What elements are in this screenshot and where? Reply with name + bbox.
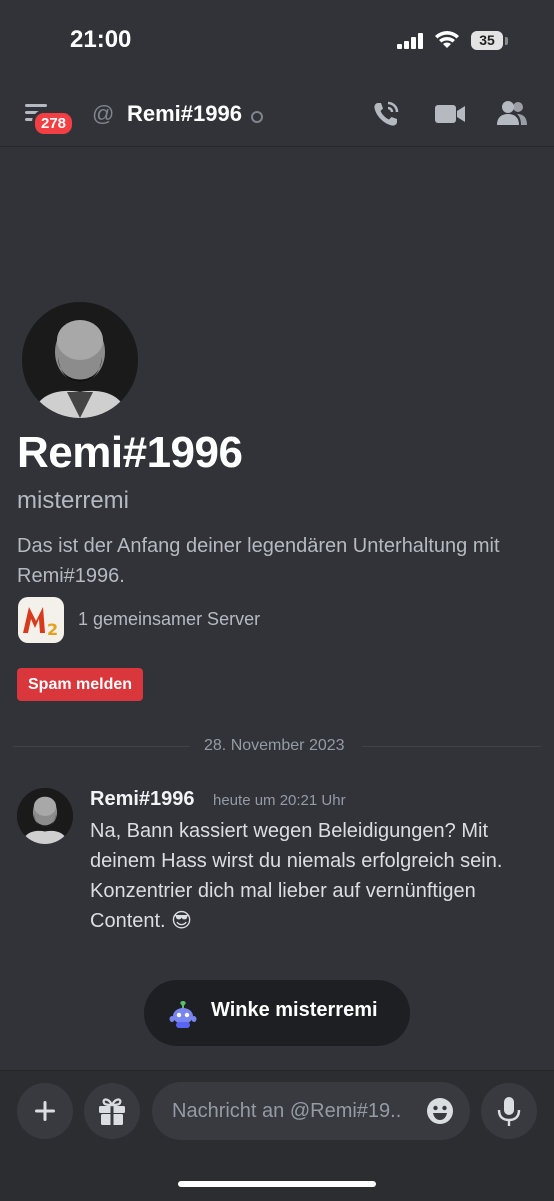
- message-input-placeholder: Nachricht an @Remi#19..: [172, 1100, 402, 1122]
- signal-icon: [397, 33, 423, 49]
- wave-sticker-icon: [169, 1001, 197, 1028]
- battery-icon: 35: [471, 31, 503, 50]
- notification-badge: 278: [32, 110, 76, 137]
- wave-button-label: Winke misterremi: [211, 999, 378, 1021]
- wifi-icon: [435, 31, 459, 48]
- gift-icon: [99, 1098, 125, 1125]
- gift-button[interactable]: [84, 1083, 140, 1139]
- profile-avatar[interactable]: [22, 302, 138, 418]
- profile-display-name: Remi#1996: [17, 428, 243, 477]
- profile-username: misterremi: [17, 487, 129, 514]
- video-call-icon[interactable]: [435, 103, 465, 125]
- emoji-icon[interactable]: [426, 1097, 454, 1125]
- date-divider-label: 28. November 2023: [204, 737, 345, 754]
- at-icon: @: [92, 101, 115, 126]
- m2-server-logo-icon: 2: [18, 597, 64, 643]
- server-icon[interactable]: 2: [18, 597, 64, 643]
- voice-message-button[interactable]: [481, 1083, 537, 1139]
- conversation-intro: Das ist der Anfang deiner legendären Unt…: [17, 535, 500, 587]
- voice-call-icon[interactable]: [372, 100, 400, 128]
- status-time: 21:00: [70, 26, 132, 53]
- chat-header: [0, 80, 554, 147]
- microphone-icon: [497, 1097, 521, 1126]
- message-text: Na, Bann kassiert wegen Beleidigungen? M…: [90, 820, 503, 932]
- message-timestamp: heute um 20:21 Uhr: [213, 792, 346, 809]
- date-divider-line: [362, 746, 541, 747]
- report-spam-button[interactable]: Spam melden: [17, 668, 144, 701]
- date-divider-line: [13, 746, 190, 747]
- page-title[interactable]: Remi#1996: [127, 101, 242, 127]
- sunglasses-emoji: 😎: [171, 910, 193, 932]
- avatar-portrait-icon: [22, 302, 138, 418]
- message-avatar[interactable]: [17, 788, 73, 844]
- add-attachment-button[interactable]: [17, 1083, 73, 1139]
- plus-icon: [35, 1101, 55, 1121]
- avatar-portrait-icon: [17, 788, 73, 844]
- members-icon[interactable]: [497, 100, 527, 126]
- offline-status-icon: [251, 111, 263, 123]
- svg-text:2: 2: [47, 620, 58, 639]
- mutual-servers-link[interactable]: 1 gemeinsamer Server: [78, 609, 260, 630]
- battery-cap: [505, 37, 508, 45]
- message-content: Na, Bann kassiert wegen Beleidigungen? M…: [90, 816, 540, 936]
- home-indicator[interactable]: [178, 1181, 376, 1187]
- message-author[interactable]: Remi#1996: [90, 788, 195, 811]
